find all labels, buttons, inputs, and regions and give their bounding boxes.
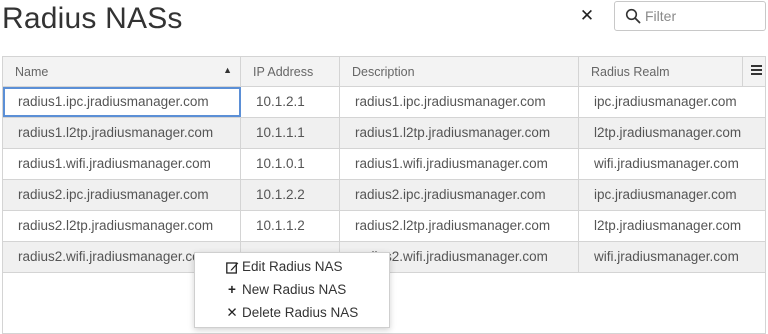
context-menu: Edit Radius NAS + New Radius NAS ✕ Delet… xyxy=(194,252,390,328)
column-header-name[interactable]: Name ▲ xyxy=(3,57,241,87)
table-row[interactable]: radius1.ipc.jradiusmanager.com 10.1.2.1 … xyxy=(3,87,765,118)
cell-name[interactable]: radius1.ipc.jradiusmanager.com xyxy=(3,87,241,117)
cell-ip-address[interactable]: 10.1.2.1 xyxy=(241,87,340,117)
clear-filter-button[interactable]: ✕ xyxy=(578,6,596,26)
menu-item-delete[interactable]: ✕ Delete Radius NAS xyxy=(195,302,391,324)
cell-radius-realm[interactable]: ipc.jradiusmanager.com xyxy=(579,87,765,117)
cell-radius-realm[interactable]: l2tp.jradiusmanager.com xyxy=(579,118,765,148)
cell-name[interactable]: radius1.wifi.jradiusmanager.com xyxy=(3,149,241,179)
menu-item-label: New Radius NAS xyxy=(242,282,347,297)
column-header-ip-address[interactable]: IP Address xyxy=(241,57,340,87)
column-header-label: Description xyxy=(352,65,415,79)
table-row[interactable]: radius1.wifi.jradiusmanager.com 10.1.0.1… xyxy=(3,149,765,180)
table-row[interactable]: radius1.l2tp.jradiusmanager.com 10.1.1.1… xyxy=(3,118,765,149)
cell-description[interactable]: radius2.ipc.jradiusmanager.com xyxy=(340,180,579,210)
menu-item-label: Edit Radius NAS xyxy=(242,259,343,274)
cell-description[interactable]: radius1.ipc.jradiusmanager.com xyxy=(340,87,579,117)
sort-ascending-icon: ▲ xyxy=(223,65,232,75)
cell-ip-address[interactable]: 10.1.1.2 xyxy=(241,211,340,241)
column-header-radius-realm[interactable]: Radius Realm xyxy=(579,57,743,87)
cell-ip-address[interactable]: 10.1.2.2 xyxy=(241,180,340,210)
cell-radius-realm[interactable]: wifi.jradiusmanager.com xyxy=(579,149,765,179)
search-icon xyxy=(625,8,641,24)
grid-header: Name ▲ IP Address Description Radius Rea… xyxy=(3,57,765,87)
page-title: Radius NASs xyxy=(2,2,183,35)
cell-description[interactable]: radius1.l2tp.jradiusmanager.com xyxy=(340,118,579,148)
table-row[interactable]: radius2.ipc.jradiusmanager.com 10.1.2.2 … xyxy=(3,180,765,211)
cell-name[interactable]: radius2.l2tp.jradiusmanager.com xyxy=(3,211,241,241)
menu-item-new[interactable]: + New Radius NAS xyxy=(195,279,391,301)
cell-description[interactable]: radius2.l2tp.jradiusmanager.com xyxy=(340,211,579,241)
cell-radius-realm[interactable]: wifi.jradiusmanager.com xyxy=(579,242,765,272)
cell-description[interactable]: radius1.wifi.jradiusmanager.com xyxy=(340,149,579,179)
column-header-label: Name xyxy=(15,65,49,79)
hamburger-menu-icon[interactable] xyxy=(751,65,763,77)
filter-box[interactable] xyxy=(614,1,766,31)
delete-icon: ✕ xyxy=(226,305,238,320)
table-row[interactable]: radius2.l2tp.jradiusmanager.com 10.1.1.2… xyxy=(3,211,765,242)
filter-input[interactable] xyxy=(645,6,761,26)
cell-ip-address[interactable]: 10.1.1.1 xyxy=(241,118,340,148)
column-header-label: IP Address xyxy=(253,65,314,79)
menu-item-label: Delete Radius NAS xyxy=(242,305,359,320)
cell-radius-realm[interactable]: ipc.jradiusmanager.com xyxy=(579,180,765,210)
cell-name[interactable]: radius2.ipc.jradiusmanager.com xyxy=(3,180,241,210)
plus-icon: + xyxy=(228,282,236,297)
cell-name[interactable]: radius1.l2tp.jradiusmanager.com xyxy=(3,118,241,148)
column-header-label: Radius Realm xyxy=(591,65,670,79)
menu-item-edit[interactable]: Edit Radius NAS xyxy=(195,256,391,278)
close-icon: ✕ xyxy=(579,6,595,25)
edit-icon xyxy=(225,256,239,278)
cell-radius-realm[interactable]: l2tp.jradiusmanager.com xyxy=(579,211,765,241)
cell-ip-address[interactable]: 10.1.0.1 xyxy=(241,149,340,179)
column-header-description[interactable]: Description xyxy=(340,57,579,87)
